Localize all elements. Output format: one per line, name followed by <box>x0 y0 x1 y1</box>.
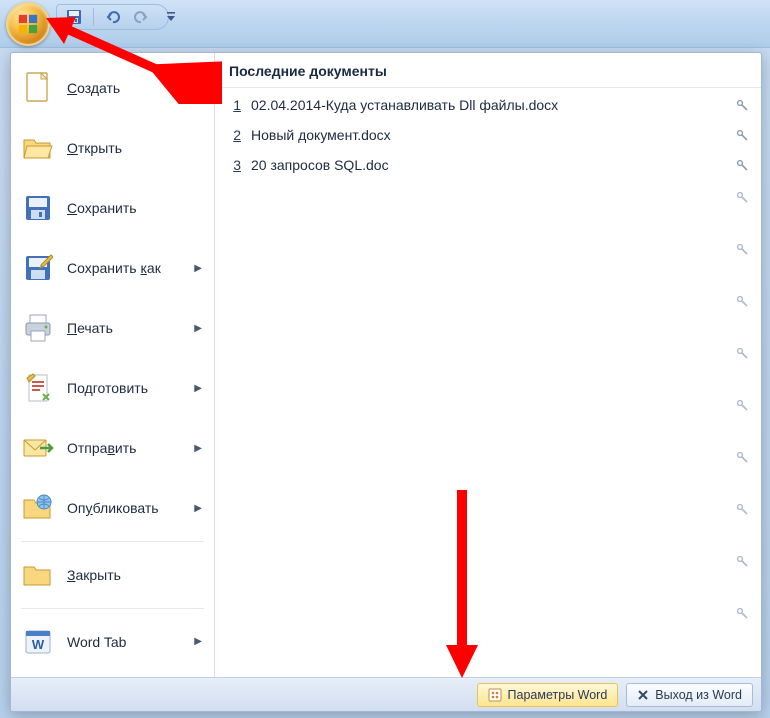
office-menu-panel: Создать Открыть Сохранить Сохранить как <box>10 52 762 712</box>
pin-placeholder <box>733 396 751 414</box>
pin-icon <box>735 190 749 204</box>
panel-footer: Параметры Word Выход из Word <box>11 677 761 711</box>
pin-placeholder <box>733 188 751 206</box>
title-bar <box>0 0 770 48</box>
new-document-icon <box>21 71 55 105</box>
submenu-arrow-icon: ▶ <box>194 443 202 454</box>
recent-document-item[interactable]: 1 02.04.2014-Куда устанавливать Dll файл… <box>215 90 761 120</box>
pin-placeholder <box>733 500 751 518</box>
recent-filename: Новый документ.docx <box>251 127 723 143</box>
pin-icon <box>735 502 749 516</box>
recent-documents-header: Последние документы <box>215 53 761 88</box>
save-disk-icon <box>21 191 55 225</box>
undo-icon <box>105 9 121 25</box>
exit-word-label: Выход из Word <box>655 688 742 702</box>
menu-print[interactable]: Печать ▶ <box>15 299 210 357</box>
recent-filename: 20 запросов SQL.doc <box>251 157 723 173</box>
print-icon <box>21 311 55 345</box>
pin-icon <box>735 242 749 256</box>
menu-print-label: Печать <box>67 320 180 336</box>
menu-divider <box>21 541 204 542</box>
prepare-icon <box>21 371 55 405</box>
menu-publish-label: Опубликовать <box>67 500 180 516</box>
menu-divider <box>21 608 204 609</box>
menu-new-label: Создать <box>67 80 202 96</box>
qat-undo-button[interactable] <box>104 8 122 26</box>
options-icon <box>488 688 502 702</box>
submenu-arrow-icon: ▶ <box>194 323 202 334</box>
pin-icon <box>735 606 749 620</box>
menu-save[interactable]: Сохранить <box>15 179 210 237</box>
recent-document-item[interactable]: 3 20 запросов SQL.doc <box>215 150 761 180</box>
menu-send-label: Отправить <box>67 440 180 456</box>
redo-icon <box>133 9 149 25</box>
panel-body: Создать Открыть Сохранить Сохранить как <box>11 53 761 677</box>
submenu-arrow-icon: ▶ <box>194 636 202 647</box>
menu-prepare-label: Подготовить <box>67 380 180 396</box>
pin-icon <box>735 158 749 172</box>
menu-publish[interactable]: Опубликовать ▶ <box>15 479 210 537</box>
recent-documents-pane: Последние документы 1 02.04.2014-Куда ус… <box>215 53 761 677</box>
recent-index: 2 <box>227 127 241 143</box>
pin-placeholder <box>733 448 751 466</box>
publish-icon <box>21 491 55 525</box>
recent-index: 1 <box>227 97 241 113</box>
submenu-arrow-icon: ▶ <box>194 263 202 274</box>
svg-text:W: W <box>32 637 45 652</box>
menu-close[interactable]: Закрыть <box>15 546 210 604</box>
word-options-label: Параметры Word <box>508 688 608 702</box>
pin-icon <box>735 98 749 112</box>
menu-save-as-label: Сохранить как <box>67 260 180 276</box>
pin-button[interactable] <box>733 126 751 144</box>
pin-icon <box>735 294 749 308</box>
pin-icon <box>735 346 749 360</box>
pin-placeholder-stack <box>733 188 751 622</box>
recent-documents-list: 1 02.04.2014-Куда устанавливать Dll файл… <box>215 88 761 677</box>
word-options-button[interactable]: Параметры Word <box>477 683 619 707</box>
save-icon <box>66 9 82 25</box>
submenu-arrow-icon: ▶ <box>194 383 202 394</box>
pin-icon <box>735 128 749 142</box>
recent-index: 3 <box>227 157 241 173</box>
menu-new[interactable]: Создать <box>15 59 210 117</box>
submenu-arrow-icon: ▶ <box>194 503 202 514</box>
send-icon <box>21 431 55 465</box>
menu-send[interactable]: Отправить ▶ <box>15 419 210 477</box>
office-button[interactable] <box>6 2 50 46</box>
qat-customize-button[interactable] <box>164 9 178 25</box>
pin-icon <box>735 398 749 412</box>
menu-save-as[interactable]: Сохранить как ▶ <box>15 239 210 297</box>
office-logo-icon <box>17 13 39 35</box>
recent-document-item[interactable]: 2 Новый документ.docx <box>215 120 761 150</box>
word-tab-icon: W <box>21 625 55 659</box>
menu-open-label: Открыть <box>67 140 202 156</box>
pin-placeholder <box>733 344 751 362</box>
pin-button[interactable] <box>733 156 751 174</box>
save-as-icon <box>21 251 55 285</box>
menu-open[interactable]: Открыть <box>15 119 210 177</box>
menu-prepare[interactable]: Подготовить ▶ <box>15 359 210 417</box>
dropdown-icon <box>166 11 176 23</box>
open-folder-icon <box>21 131 55 165</box>
qat-save-button[interactable] <box>65 8 83 26</box>
menu-save-label: Сохранить <box>67 200 202 216</box>
quick-access-toolbar <box>56 4 169 30</box>
pin-icon <box>735 554 749 568</box>
pin-placeholder <box>733 292 751 310</box>
menu-close-label: Закрыть <box>67 567 202 583</box>
pin-placeholder <box>733 604 751 622</box>
pin-icon <box>735 450 749 464</box>
close-icon <box>637 689 649 701</box>
qat-separator <box>93 8 94 26</box>
menu-word-tab[interactable]: W Word Tab ▶ <box>15 613 210 671</box>
close-folder-icon <box>21 558 55 592</box>
exit-word-button[interactable]: Выход из Word <box>626 683 753 707</box>
pin-placeholder <box>733 240 751 258</box>
qat-redo-button[interactable] <box>132 8 150 26</box>
recent-filename: 02.04.2014-Куда устанавливать Dll файлы.… <box>251 97 723 113</box>
menu-word-tab-label: Word Tab <box>67 634 180 650</box>
pin-button[interactable] <box>733 96 751 114</box>
pin-placeholder <box>733 552 751 570</box>
menu-column: Создать Открыть Сохранить Сохранить как <box>11 53 215 677</box>
